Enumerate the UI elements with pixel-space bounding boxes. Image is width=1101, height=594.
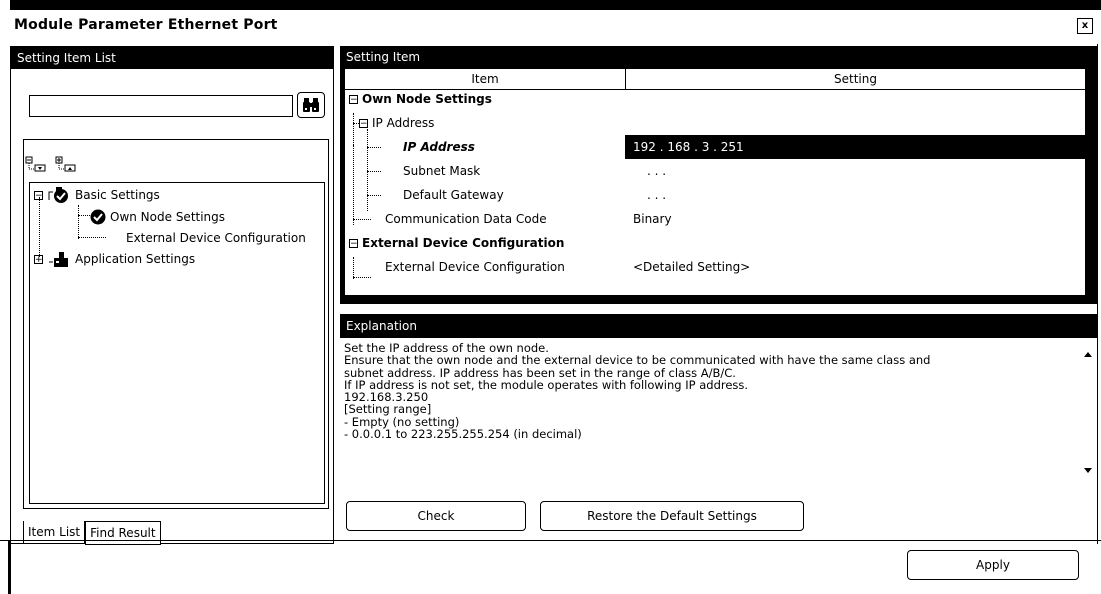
settings-tree: − Basic Settings Own Node Settings Exter…: [29, 182, 325, 504]
explanation-text: Set the IP address of the own node. Ensu…: [344, 341, 931, 442]
application-settings-icon: [49, 252, 68, 267]
table-row-selected[interactable]: IP Address 192 . 168 . 3 . 251: [345, 135, 1085, 159]
row-item: − Own Node Settings: [349, 87, 492, 111]
row-expander[interactable]: −: [359, 118, 368, 128]
window-left-edge: [8, 540, 11, 594]
communication-data-code-field[interactable]: Binary: [625, 207, 672, 231]
setting-item-header: Setting Item: [340, 46, 1098, 68]
tab-find-result[interactable]: Find Result: [85, 521, 161, 545]
tree-expander[interactable]: +: [34, 254, 43, 264]
tree-item-own-node-settings[interactable]: Own Node Settings: [90, 207, 225, 227]
row-item-label: IP Address: [403, 140, 475, 154]
scroll-down-icon[interactable]: [1084, 468, 1092, 473]
row-expander[interactable]: −: [349, 238, 358, 248]
left-pane-tabs: Item List Find Result: [23, 521, 161, 545]
collapse-all-icon[interactable]: [55, 155, 77, 173]
tree-connector: [78, 237, 106, 238]
expand-all-icon[interactable]: [25, 155, 47, 173]
tree-item-label: Own Node Settings: [110, 210, 226, 224]
table-row[interactable]: − Own Node Settings: [345, 87, 1085, 111]
tree-item-external-device-configuration[interactable]: External Device Configuration: [126, 228, 306, 248]
row-item-label: Default Gateway: [403, 188, 504, 202]
setting-table: Item Setting − Own Node Settings − IP Ad…: [344, 68, 1086, 296]
apply-button[interactable]: Apply: [907, 550, 1079, 580]
row-item: − External Device Configuration: [349, 231, 564, 255]
tree-item-label: Basic Settings: [75, 188, 160, 202]
setting-item-list-pane: Setting Item List − Basic Settings Own N…: [10, 46, 334, 545]
tree-connector: [39, 197, 40, 257]
table-row[interactable]: Communication Data Code Binary: [345, 207, 1085, 231]
tree-item-application-settings[interactable]: + Application Settings: [34, 249, 195, 269]
row-expander[interactable]: −: [349, 94, 358, 104]
basic-settings-icon: [48, 187, 68, 203]
search-input[interactable]: [29, 95, 293, 117]
explanation-pane: Explanation Set the IP address of the ow…: [340, 314, 1098, 492]
row-item-label: Communication Data Code: [385, 212, 547, 226]
detailed-setting-link[interactable]: <Detailed Setting>: [625, 255, 750, 279]
search-button[interactable]: [297, 92, 325, 118]
row-item-label: External Device Configuration: [385, 260, 565, 274]
tree-toolbar: [25, 155, 77, 175]
bottom-divider: [0, 540, 1101, 541]
explanation-header: Explanation: [340, 314, 1098, 338]
tree-connector: [78, 215, 90, 216]
tree-item-label: External Device Configuration: [126, 231, 306, 245]
subnet-mask-field[interactable]: . . .: [625, 159, 666, 183]
ip-address-field[interactable]: 192 . 168 . 3 . 251: [625, 135, 1085, 159]
table-row[interactable]: − IP Address: [345, 111, 1085, 135]
setting-item-list-header: Setting Item List: [11, 47, 333, 69]
scroll-up-icon[interactable]: [1084, 352, 1092, 357]
tree-connector: [78, 205, 79, 239]
setting-item-pane: Setting Item Item Setting − Own Node Set…: [340, 46, 1098, 304]
window-right-edge: [1097, 44, 1098, 544]
binoculars-icon: [303, 98, 319, 112]
restore-default-settings-button[interactable]: Restore the Default Settings: [540, 501, 804, 531]
tree-item-label: Application Settings: [75, 252, 196, 266]
row-item: − IP Address: [359, 111, 434, 135]
check-button[interactable]: Check: [346, 501, 526, 531]
row-item-label: Own Node Settings: [362, 92, 492, 106]
close-button[interactable]: x: [1077, 18, 1093, 34]
window-title: Module Parameter Ethernet Port: [14, 17, 278, 30]
check-icon: [90, 209, 106, 225]
table-row[interactable]: External Device Configuration <Detailed …: [345, 255, 1085, 279]
tree-expander[interactable]: −: [34, 190, 43, 200]
row-item-label: External Device Configuration: [362, 236, 565, 250]
default-gateway-field[interactable]: . . .: [625, 183, 666, 207]
row-item-label: IP Address: [372, 116, 435, 130]
row-item-label: Subnet Mask: [403, 164, 481, 178]
title-bar-strip: [10, 0, 1101, 10]
table-row[interactable]: Subnet Mask . . .: [345, 159, 1085, 183]
tree-item-basic-settings[interactable]: − Basic Settings: [34, 185, 160, 205]
table-row[interactable]: Default Gateway . . .: [345, 183, 1085, 207]
title-bar: Module Parameter Ethernet Port x: [0, 0, 1101, 34]
table-row[interactable]: − External Device Configuration: [345, 231, 1085, 255]
